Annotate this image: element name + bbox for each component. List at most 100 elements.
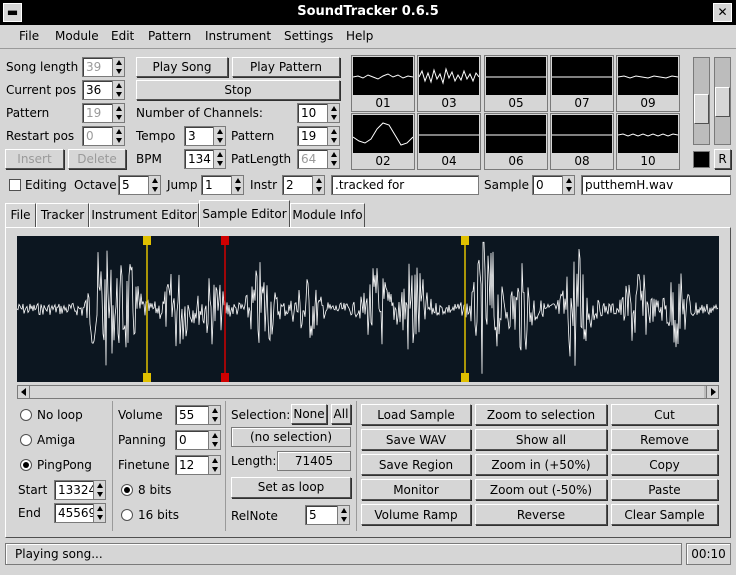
relnote-spin[interactable] — [337, 505, 350, 525]
save-region-button[interactable]: Save Region — [361, 454, 471, 475]
delete-button[interactable]: Delete — [68, 149, 126, 169]
current-pos-spin[interactable] — [112, 80, 125, 100]
amiga-radio[interactable] — [20, 434, 32, 446]
song-length-spin[interactable] — [112, 57, 125, 77]
16-bits-radio[interactable] — [121, 509, 133, 521]
menu-file[interactable]: File — [19, 29, 39, 43]
patlength-spin[interactable] — [327, 149, 340, 169]
channels-field[interactable]: 10 — [297, 103, 327, 123]
copy-button[interactable]: Copy — [611, 454, 718, 475]
current-pos-field[interactable]: 36 — [82, 80, 112, 100]
menu-module[interactable]: Module — [55, 29, 99, 43]
8-bits-radio[interactable] — [121, 484, 133, 496]
reverse-button[interactable]: Reverse — [475, 504, 607, 525]
octave-spin[interactable] — [148, 175, 161, 195]
monitor-button[interactable]: Monitor — [361, 479, 471, 500]
set-as-loop-button[interactable]: Set as loop — [231, 477, 351, 498]
play-song-button[interactable]: Play Song — [136, 57, 228, 77]
loop-end-field[interactable]: 45569 — [54, 503, 96, 523]
no-loop-radio[interactable] — [20, 409, 32, 421]
zoom-to-selection-button[interactable]: Zoom to selection — [475, 404, 607, 425]
instr-spin[interactable] — [312, 175, 325, 195]
scroll-thumb[interactable] — [30, 386, 704, 398]
channel-scope-03[interactable]: 03 — [417, 55, 481, 112]
select-all-button[interactable]: All — [331, 404, 351, 424]
pitch-slider-thumb[interactable] — [715, 87, 730, 117]
menu-help[interactable]: Help — [346, 29, 373, 43]
menu-edit[interactable]: Edit — [111, 29, 134, 43]
channel-scope-05[interactable]: 05 — [484, 55, 548, 112]
jump-field[interactable]: 1 — [201, 175, 231, 195]
song-pattern-spin[interactable] — [112, 103, 125, 123]
save-wav-button[interactable]: Save WAV — [361, 429, 471, 450]
patlength-field[interactable]: 64 — [297, 149, 327, 169]
waveform-scrollbar[interactable] — [17, 385, 719, 399]
scroll-left-icon[interactable] — [18, 386, 30, 398]
menu-instrument[interactable]: Instrument — [205, 29, 271, 43]
pitch-slider[interactable] — [714, 57, 731, 145]
reset-button[interactable]: R — [714, 149, 731, 169]
song-pattern-field[interactable]: 19 — [82, 103, 112, 123]
editing-checkbox[interactable] — [9, 179, 21, 191]
restart-pos-field[interactable]: 0 — [82, 126, 112, 146]
volume-ramp-button[interactable]: Volume Ramp — [361, 504, 471, 525]
instrument-name-field[interactable]: .tracked for — [331, 175, 479, 195]
pingpong-radio[interactable] — [20, 459, 32, 471]
channel-scope-04[interactable]: 04 — [417, 113, 481, 170]
clear-sample-button[interactable]: Clear Sample — [611, 504, 718, 525]
stop-button[interactable]: Stop — [136, 80, 340, 100]
loop-start-field[interactable]: 13324 — [54, 480, 96, 500]
song-length-field[interactable]: 39 — [82, 57, 112, 77]
tab-sample-editor[interactable]: Sample Editor — [199, 200, 290, 228]
select-none-button[interactable]: None — [291, 404, 327, 424]
octave-field[interactable]: 5 — [118, 175, 148, 195]
cut-button[interactable]: Cut — [611, 404, 718, 425]
scroll-right-icon[interactable] — [706, 386, 718, 398]
playback-pattern-field[interactable]: 19 — [297, 126, 327, 146]
sample-name-field[interactable]: putthemH.wav — [581, 175, 731, 195]
tab-instrument-editor[interactable]: Instrument Editor — [89, 203, 199, 227]
load-sample-button[interactable]: Load Sample — [361, 404, 471, 425]
relnote-field[interactable]: 5 — [305, 505, 337, 525]
panning-spin[interactable] — [208, 430, 221, 450]
channel-scope-10[interactable]: 10 — [616, 113, 680, 170]
loop-end-spin[interactable] — [93, 503, 106, 523]
sample-spin[interactable] — [562, 175, 575, 195]
insert-button[interactable]: Insert — [5, 149, 64, 169]
jump-spin[interactable] — [231, 175, 244, 195]
menu-settings[interactable]: Settings — [284, 29, 333, 43]
sample-field[interactable]: 0 — [532, 175, 562, 195]
tab-tracker[interactable]: Tracker — [36, 203, 89, 227]
bpm-spin[interactable] — [213, 149, 226, 169]
channel-scope-09[interactable]: 09 — [616, 55, 680, 112]
volume-slider-thumb[interactable] — [694, 94, 709, 124]
finetune-field[interactable]: 12 — [175, 455, 208, 475]
tempo-field[interactable]: 3 — [184, 126, 213, 146]
channel-scope-02[interactable]: 02 — [351, 113, 415, 170]
channel-scope-07[interactable]: 07 — [550, 55, 614, 112]
instr-field[interactable]: 2 — [282, 175, 312, 195]
playback-pattern-spin[interactable] — [327, 126, 340, 146]
waveform-display[interactable] — [17, 236, 719, 382]
tab-module-info[interactable]: Module Info — [290, 203, 365, 227]
tab-file[interactable]: File — [5, 203, 36, 227]
channel-scope-06[interactable]: 06 — [484, 113, 548, 170]
bpm-field[interactable]: 134 — [184, 149, 213, 169]
finetune-spin[interactable] — [208, 455, 221, 475]
menu-pattern[interactable]: Pattern — [148, 29, 191, 43]
channels-spin[interactable] — [327, 103, 340, 123]
channel-scope-08[interactable]: 08 — [550, 113, 614, 170]
zoom-out-button[interactable]: Zoom out (-50%) — [475, 479, 607, 500]
show-all-button[interactable]: Show all — [475, 429, 607, 450]
panning-field[interactable]: 0 — [175, 430, 208, 450]
volume-slider[interactable] — [693, 57, 710, 145]
restart-pos-spin[interactable] — [112, 126, 125, 146]
channel-scope-01[interactable]: 01 — [351, 55, 415, 112]
volume-field[interactable]: 55 — [175, 405, 208, 425]
play-pattern-button[interactable]: Play Pattern — [232, 57, 340, 77]
loop-start-spin[interactable] — [93, 480, 106, 500]
zoom-in-button[interactable]: Zoom in (+50%) — [475, 454, 607, 475]
tempo-spin[interactable] — [213, 126, 226, 146]
paste-button[interactable]: Paste — [611, 479, 718, 500]
remove-button[interactable]: Remove — [611, 429, 718, 450]
